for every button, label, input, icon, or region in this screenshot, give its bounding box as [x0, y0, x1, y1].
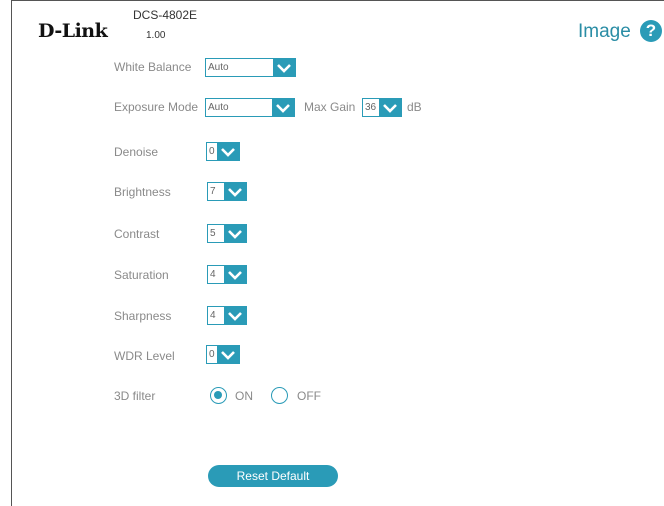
contrast-label: Contrast	[114, 227, 160, 241]
content-frame	[11, 0, 664, 506]
reset-default-button[interactable]: Reset Default	[208, 465, 338, 487]
max-gain-unit: dB	[407, 100, 422, 114]
denoise-label: Denoise	[114, 145, 159, 159]
wdr-level-select[interactable]: 0	[206, 345, 240, 364]
contrast-value: 5	[210, 228, 216, 239]
exposure-mode-label: Exposure Mode	[114, 100, 199, 114]
brightness-value: 7	[210, 186, 216, 197]
max-gain-select[interactable]: 36	[362, 98, 402, 117]
chevron-down-icon	[273, 59, 295, 76]
saturation-select[interactable]: 4	[207, 265, 247, 284]
chevron-down-icon	[379, 99, 401, 116]
contrast-select[interactable]: 5	[207, 224, 247, 243]
help-icon[interactable]: ?	[640, 20, 662, 42]
white-balance-label: White Balance	[114, 60, 192, 74]
chevron-down-icon	[217, 346, 239, 363]
filter-3d-on-label: ON	[235, 389, 253, 403]
denoise-value: 0	[209, 146, 215, 157]
saturation-label: Saturation	[114, 268, 169, 282]
filter-3d-label: 3D filter	[114, 389, 156, 403]
page-title: Image	[578, 21, 631, 42]
sharpness-select[interactable]: 4	[207, 306, 247, 325]
wdr-level-label: WDR Level	[114, 349, 175, 363]
dlink-logo: D-Link	[38, 20, 108, 42]
white-balance-value: Auto	[208, 62, 229, 73]
denoise-select[interactable]: 0	[206, 142, 240, 161]
chevron-down-icon	[224, 266, 246, 283]
chevron-down-icon	[217, 143, 239, 160]
filter-3d-off-radio[interactable]	[271, 387, 288, 404]
model-name: DCS-4802E	[133, 8, 198, 22]
chevron-down-icon	[224, 225, 246, 242]
chevron-down-icon	[272, 99, 294, 116]
chevron-down-icon	[224, 183, 246, 200]
chevron-down-icon	[224, 307, 246, 324]
white-balance-select[interactable]: Auto	[205, 58, 296, 77]
exposure-mode-value: Auto	[208, 102, 229, 113]
sharpness-label: Sharpness	[114, 309, 172, 323]
wdr-level-value: 0	[209, 349, 215, 360]
brightness-label: Brightness	[114, 185, 171, 199]
max-gain-value: 36	[365, 102, 377, 113]
brightness-select[interactable]: 7	[207, 182, 247, 201]
max-gain-label: Max Gain	[304, 100, 356, 114]
firmware-version: 1.00	[146, 30, 166, 41]
filter-3d-off-label: OFF	[297, 389, 321, 403]
saturation-value: 4	[210, 269, 216, 280]
filter-3d-on-radio[interactable]	[210, 387, 227, 404]
exposure-mode-select[interactable]: Auto	[205, 98, 295, 117]
sharpness-value: 4	[210, 310, 216, 321]
